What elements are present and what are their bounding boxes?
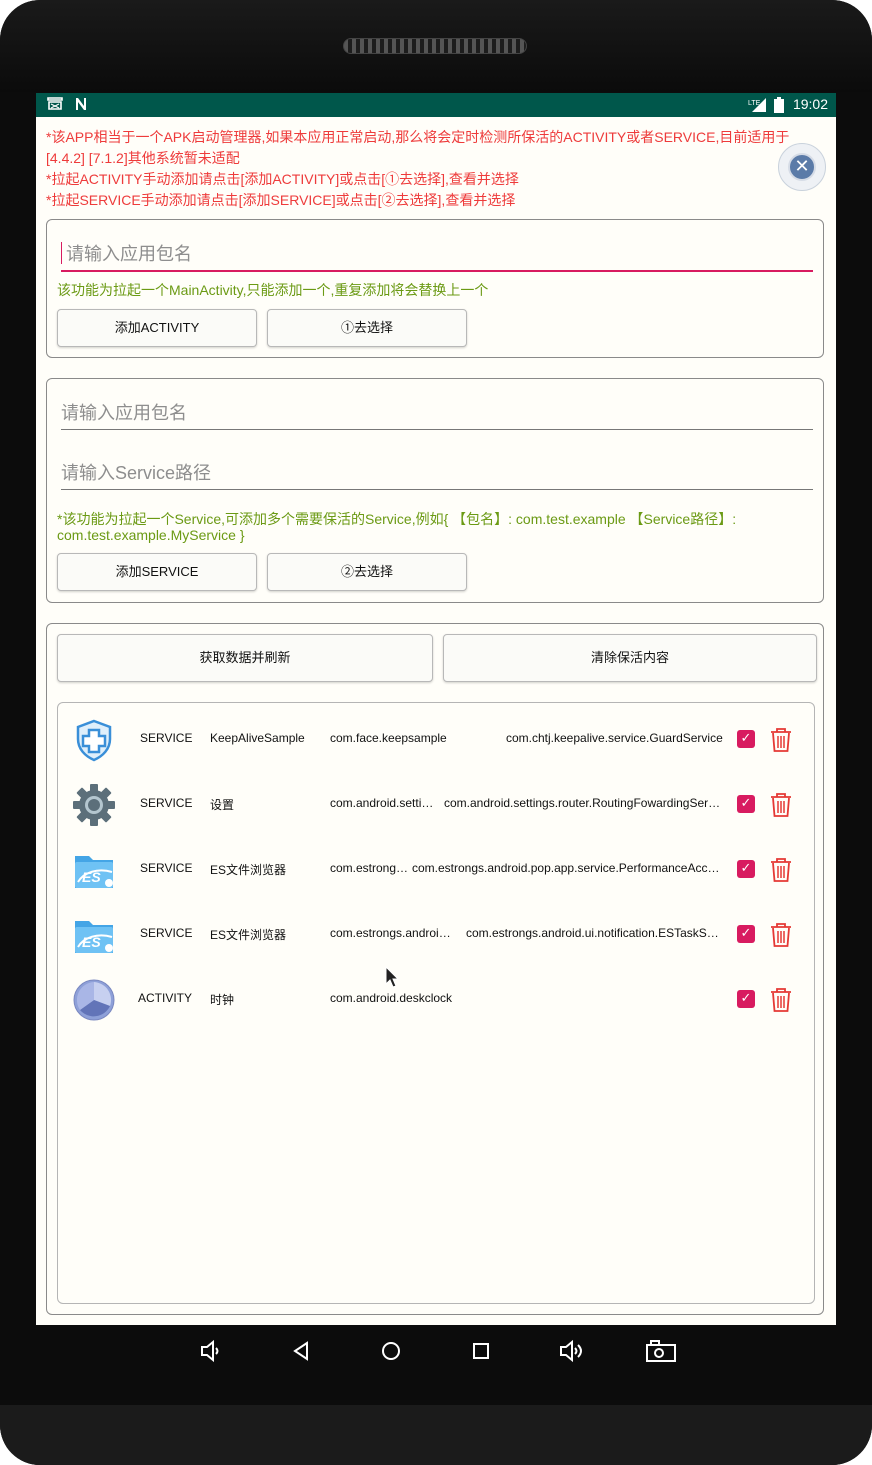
service-path-input[interactable]: 请输入Service路径: [61, 459, 813, 490]
service-package-placeholder: 请输入应用包名: [61, 403, 187, 423]
add-service-button[interactable]: 添加SERVICE: [57, 553, 257, 591]
activity-package-placeholder: 请输入应用包名: [66, 244, 192, 264]
item-package: com.android.setti…: [330, 796, 434, 810]
item-type: SERVICE: [140, 861, 193, 875]
text-caret: [61, 242, 62, 264]
notice-line: *该APP相当于一个APK启动管理器,如果本应用正常启动,那么将会定时检测所保活…: [46, 129, 790, 145]
list-item[interactable]: SERVICE KeepAliveSample com.face.keepsam…: [58, 713, 814, 765]
close-icon: ✕: [788, 153, 816, 181]
service-hint-line: *该功能为拉起一个Service,可添加多个需要保活的Service,例如{ 【…: [57, 511, 737, 527]
floating-close-button[interactable]: ✕: [778, 143, 826, 191]
item-name: ES文件浏览器: [210, 863, 287, 877]
item-name: KeepAliveSample: [210, 731, 305, 745]
item-type: SERVICE: [140, 926, 193, 940]
item-path: com.android.settings.router.RoutingFowar…: [444, 796, 721, 810]
item-type: SERVICE: [140, 731, 193, 745]
item-name: ES文件浏览器: [210, 928, 287, 942]
item-path: com.chtj.keepalive.service.GuardService: [506, 731, 723, 745]
item-package: com.estrong…: [330, 861, 409, 875]
clock-app-icon: [72, 978, 116, 1022]
settings-gear-icon: [72, 783, 116, 827]
recents-icon[interactable]: [467, 1337, 495, 1365]
volume-up-icon[interactable]: [557, 1337, 585, 1365]
service-hint-line: com.test.example.MyService }: [57, 527, 245, 543]
item-type: ACTIVITY: [138, 991, 193, 1005]
notice-text: *该APP相当于一个APK启动管理器,如果本应用正常启动,那么将会定时检测所保活…: [46, 127, 790, 211]
service-path-placeholder: 请输入Service路径: [61, 463, 212, 483]
list-item[interactable]: ES SERVICE ES文件浏览器 com.estrong… com.estr…: [58, 843, 814, 895]
back-icon[interactable]: [287, 1337, 315, 1365]
es-file-explorer-icon: ES: [72, 913, 116, 957]
clear-keepalive-button[interactable]: 清除保活内容: [443, 634, 817, 682]
item-checkbox[interactable]: ✓: [737, 990, 755, 1008]
trash-icon[interactable]: [769, 727, 793, 753]
item-path: com.estrongs.android.ui.notification.EST…: [466, 926, 719, 940]
item-name: 时钟: [210, 993, 235, 1007]
svg-text:ES: ES: [82, 934, 101, 950]
keepalive-list: SERVICE KeepAliveSample com.face.keepsam…: [57, 702, 815, 1304]
item-path: com.estrongs.android.pop.app.service.Per…: [412, 861, 720, 875]
activity-card: 请输入应用包名 该功能为拉起一个MainActivity,只能添加一个,重复添加…: [46, 219, 824, 358]
notice-line: *拉起SERVICE手动添加请点击[添加SERVICE]或点击[②去选择],查看…: [46, 192, 516, 208]
app-screen: LTE 19:02 *该APP相当于一个APK启动管理器,如果本应用正常启动,那…: [36, 93, 836, 1325]
trash-icon[interactable]: [769, 857, 793, 883]
n-notification-icon: [74, 96, 88, 116]
item-checkbox[interactable]: ✓: [737, 730, 755, 748]
mouse-cursor-icon: [385, 965, 400, 988]
status-time: 19:02: [792, 96, 828, 112]
trash-icon[interactable]: [769, 922, 793, 948]
es-file-explorer-icon: ES: [72, 848, 116, 892]
refresh-data-button[interactable]: 获取数据并刷新: [57, 634, 433, 682]
item-package: com.face.keepsample: [330, 731, 447, 745]
service-package-input[interactable]: 请输入应用包名: [61, 399, 813, 430]
item-checkbox[interactable]: ✓: [737, 860, 755, 878]
trash-icon[interactable]: [769, 792, 793, 818]
list-item[interactable]: ACTIVITY 时钟 com.android.deskclock ✓: [58, 973, 814, 1025]
item-checkbox[interactable]: ✓: [737, 795, 755, 813]
list-item[interactable]: SERVICE 设置 com.android.setti… com.androi…: [58, 778, 814, 830]
trash-icon[interactable]: [769, 987, 793, 1013]
keepalive-list-card: 获取数据并刷新 清除保活内容 SERVICE KeepAliveSample c…: [46, 623, 824, 1315]
list-item[interactable]: ES SERVICE ES文件浏览器 com.estrongs.androi… …: [58, 908, 814, 960]
home-icon[interactable]: [377, 1337, 405, 1365]
add-activity-button[interactable]: 添加ACTIVITY: [57, 309, 257, 347]
lte-signal-icon: LTE: [748, 97, 768, 117]
select-activity-button[interactable]: ①去选择: [267, 309, 467, 347]
svg-text:ES: ES: [82, 869, 101, 885]
device-speaker-grille: [343, 38, 527, 54]
notice-line: *拉起ACTIVITY手动添加请点击[添加ACTIVITY]或点击[①去选择],…: [46, 171, 519, 187]
service-card: 请输入应用包名 请输入Service路径 *该功能为拉起一个Service,可添…: [46, 378, 824, 603]
svg-text:LTE: LTE: [748, 100, 761, 107]
notification-icon: [46, 96, 64, 116]
battery-icon: [774, 97, 784, 117]
item-package: com.android.deskclock: [330, 991, 453, 1005]
activity-hint: 该功能为拉起一个MainActivity,只能添加一个,重复添加将会替换上一个: [57, 282, 489, 298]
device-bottom-bezel: [0, 1405, 872, 1465]
notice-line: [4.4.2] [7.1.2]其他系统暂未适配: [46, 150, 240, 166]
navigation-bar: [0, 1325, 872, 1375]
volume-down-icon[interactable]: [196, 1337, 224, 1365]
item-name: 设置: [210, 798, 235, 812]
item-type: SERVICE: [140, 796, 193, 810]
status-bar: LTE 19:02: [36, 93, 836, 117]
activity-package-input[interactable]: 请输入应用包名: [61, 240, 813, 272]
select-service-button[interactable]: ②去选择: [267, 553, 467, 591]
screenshot-camera-icon[interactable]: [645, 1337, 677, 1365]
item-checkbox[interactable]: ✓: [737, 925, 755, 943]
shield-plus-icon: [72, 718, 116, 762]
item-package: com.estrongs.androi…: [330, 926, 451, 940]
